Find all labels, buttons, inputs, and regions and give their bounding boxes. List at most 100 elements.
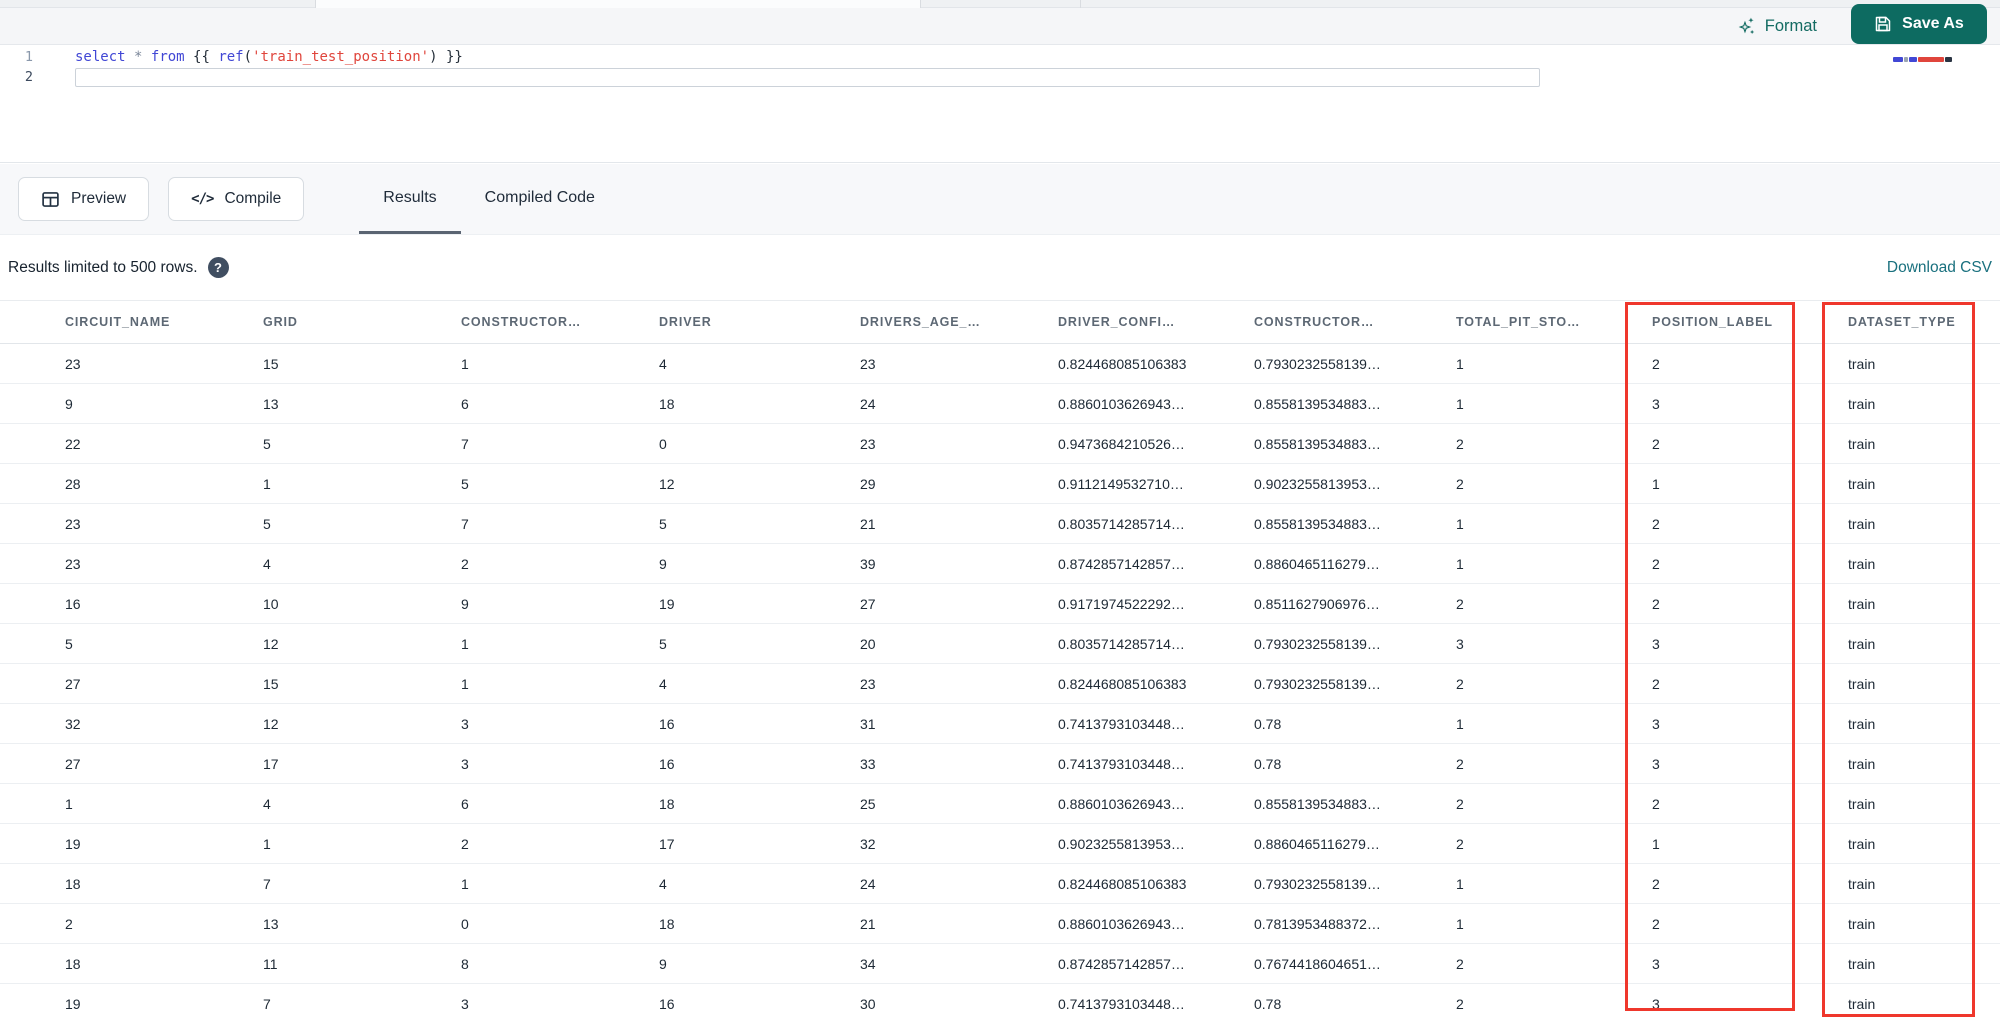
table-cell: 1 <box>461 355 469 372</box>
table-cell: 2 <box>1652 435 1660 452</box>
table-cell: 23 <box>860 435 876 452</box>
cursor-selection-box <box>75 68 1540 87</box>
table-cell: 0.824468085106383 <box>1058 355 1187 372</box>
table-cell: 0.9023255813953… <box>1058 835 1185 852</box>
table-cell: 23 <box>860 675 876 692</box>
table-row: 19 7 3 16 30 0.7413793103448… 0.78 2 3 train <box>0 984 2000 1020</box>
table-cell: 0.8558139534883… <box>1254 795 1381 812</box>
table-cell: 5 <box>263 515 271 532</box>
table-cell: 1 <box>1456 715 1464 732</box>
preview-button[interactable]: Preview <box>18 177 150 221</box>
table-cell: 18 <box>659 915 675 932</box>
table-cell: 3 <box>1652 395 1660 412</box>
minimap-segment <box>1909 56 1917 62</box>
save-icon <box>1874 15 1892 33</box>
table-cell: 21 <box>860 515 876 532</box>
table-row: 23 5 7 5 21 0.8035714285714… 0.8558139534883… 1… <box>0 504 2000 544</box>
table-cell: 16 <box>659 995 675 1012</box>
table-cell: train <box>1848 635 1876 652</box>
table-cell: 23 <box>860 355 876 372</box>
table-cell: 10 <box>263 595 279 612</box>
table-cell: 0.7413793103448… <box>1058 715 1185 732</box>
table-cell: 2 <box>1456 755 1464 772</box>
table-cell: 0.8742857142857… <box>1058 555 1185 572</box>
table-cell: 16 <box>659 715 675 732</box>
table-cell: 9 <box>65 395 73 412</box>
table-cell: 6 <box>461 395 469 412</box>
table-cell: 0.7930232558139… <box>1254 875 1381 892</box>
tab-results[interactable]: Results <box>359 164 461 234</box>
table-cell: 3 <box>1456 635 1464 652</box>
table-cell: 12 <box>263 635 279 652</box>
save-as-button[interactable]: Save As <box>1851 4 1987 44</box>
table-cell: 0.8035714285714… <box>1058 515 1185 532</box>
table-cell: 3 <box>461 755 469 772</box>
table-body: 23 15 1 4 23 0.824468085106383 0.7930232558139… <box>0 344 2000 1020</box>
table-cell: 4 <box>263 555 271 572</box>
table-cell: 1 <box>461 875 469 892</box>
code-line <box>55 67 2000 87</box>
table-cell: 0.7674418604651… <box>1254 955 1381 972</box>
code-token: {{ <box>184 49 219 65</box>
table-cell: 3 <box>1652 635 1660 652</box>
table-cell: 23 <box>65 355 81 372</box>
editor-code[interactable]: select * from {{ ref('train_test_positio… <box>55 47 2000 87</box>
table-cell: 4 <box>263 795 271 812</box>
table-cell: 0.9171974522292… <box>1058 595 1185 612</box>
table-cell: 23 <box>65 515 81 532</box>
table-cell: train <box>1848 875 1876 892</box>
table-cell: 0.8742857142857… <box>1058 955 1185 972</box>
table-cell: train <box>1848 995 1876 1012</box>
table-cell: 28 <box>65 475 81 492</box>
table-cell: 8 <box>461 955 469 972</box>
table-cell: 1 <box>263 835 271 852</box>
table-cell: 2 <box>1652 915 1660 932</box>
compile-button[interactable]: </> Compile <box>168 177 305 221</box>
help-icon[interactable]: ? <box>207 257 229 278</box>
table-cell: 2 <box>461 835 469 852</box>
table-cell: 3 <box>461 995 469 1012</box>
table-cell: 0.8860103626943… <box>1058 395 1185 412</box>
line-number: 2 <box>24 69 33 85</box>
table-cell: 0.8035714285714… <box>1058 635 1185 652</box>
format-button[interactable]: Format <box>1735 8 1817 45</box>
sql-editor[interactable]: 12 select * from {{ ref('train_test_posi… <box>0 45 2000 163</box>
table-cell: train <box>1848 835 1876 852</box>
table-grid-icon <box>41 190 60 209</box>
table-cell: 22 <box>65 435 81 452</box>
table-cell: 31 <box>860 715 876 732</box>
results-table: CIRCUIT_NAME GRID CONSTRUCTOR… DRIVER DRIVER… <box>0 300 2000 1020</box>
table-cell: train <box>1848 955 1876 972</box>
table-cell: 0.9112149532710… <box>1058 475 1184 492</box>
table-cell: 3 <box>1652 715 1660 732</box>
code-line: select * from {{ ref('train_test_positio… <box>55 47 2000 67</box>
table-cell: 13 <box>263 915 279 932</box>
table-row: 18 11 8 9 34 0.8742857142857… 0.7674418604651…… <box>0 944 2000 984</box>
table-cell: 0.8860465116279… <box>1254 835 1380 852</box>
column-header: DRIVERS_AGE_… <box>860 315 981 329</box>
table-cell: 4 <box>659 875 667 892</box>
code-token: select <box>75 49 126 65</box>
download-csv-link[interactable]: Download CSV <box>1887 259 1992 277</box>
table-row: 27 15 1 4 23 0.824468085106383 0.7930232558139… <box>0 664 2000 704</box>
table-cell: 5 <box>461 475 469 492</box>
table-cell: 0.7413793103448… <box>1058 755 1185 772</box>
table-cell: 24 <box>860 875 876 892</box>
tab-compiled-code[interactable]: Compiled Code <box>461 164 619 234</box>
table-cell: 3 <box>1652 995 1660 1012</box>
table-cell: 0.7930232558139… <box>1254 355 1381 372</box>
ide-page: Format Save As 12 select * from {{ ref('… <box>0 0 2000 1020</box>
table-cell: 2 <box>1456 955 1464 972</box>
table-cell: 5 <box>263 435 271 452</box>
table-cell: 12 <box>659 475 675 492</box>
table-cell: 15 <box>263 355 279 372</box>
table-cell: 0.78 <box>1254 715 1282 732</box>
table-cell: 0.8558139534883… <box>1254 395 1381 412</box>
table-cell: 1 <box>1652 475 1660 492</box>
column-header: CONSTRUCTOR… <box>1254 315 1375 329</box>
table-cell: 0.8558139534883… <box>1254 515 1381 532</box>
table-cell: 2 <box>1652 515 1660 532</box>
compile-label: Compile <box>224 190 282 207</box>
table-cell: train <box>1848 755 1876 772</box>
